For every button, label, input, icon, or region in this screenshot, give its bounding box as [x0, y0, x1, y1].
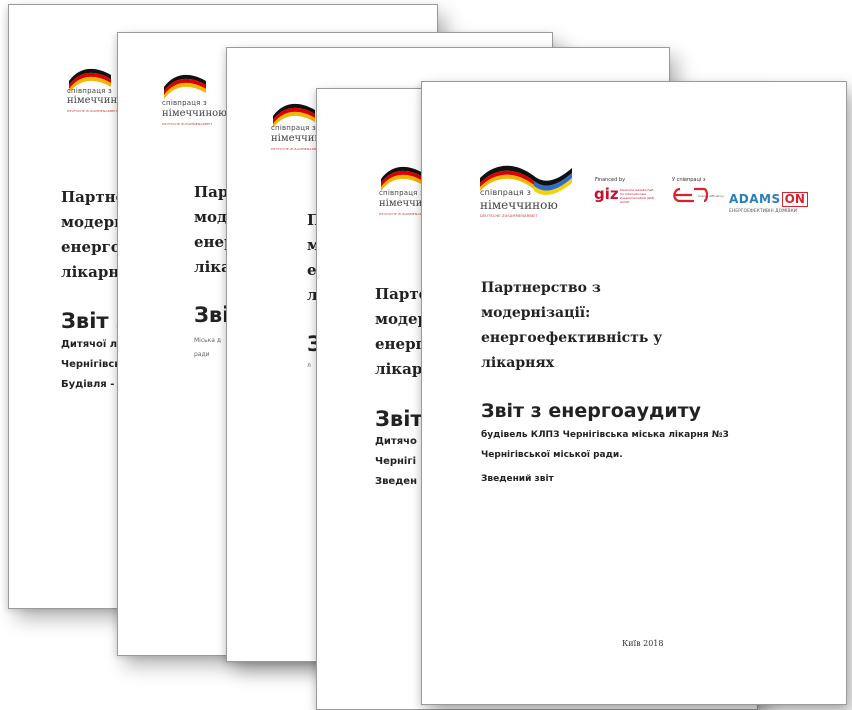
logo-line2: німеччиною	[480, 198, 558, 212]
in-cooperation-label: У співпраці з	[672, 177, 706, 183]
logo-line3: DEUTSCHE ZUSAMMENARBEIT	[480, 214, 538, 218]
report-footer-city-year: Київ 2018	[622, 639, 664, 648]
adamson-main: ADAMS	[729, 192, 781, 206]
logo-line1: співпраця з	[271, 124, 316, 132]
title-line: Партне	[61, 188, 126, 206]
title-line: модерн	[61, 213, 126, 231]
german-flag-wave-icon	[164, 74, 206, 99]
title-line: енерго	[61, 238, 121, 256]
title-line: Партнерство з	[481, 280, 601, 296]
subtitle-line: Будівля -	[61, 379, 115, 390]
title-line: лікарн	[61, 263, 120, 281]
subtitle-line: Зведен	[375, 476, 417, 487]
logo-line3: DEUTSCHE ZUSAMMENARBEIT	[271, 147, 322, 151]
logo-line1: співпраця з	[67, 87, 112, 95]
subtitle-line: л	[307, 362, 311, 369]
logo-line1: співпраця з	[162, 99, 207, 107]
subtitle-line: Зведений звіт	[481, 474, 554, 484]
report-front-page: співпраця з німеччиною DEUTSCHE ZUSAMMEN…	[421, 81, 847, 705]
eu-note: energy efficiency	[698, 194, 724, 198]
title-line: модернізації:	[481, 305, 591, 321]
subtitle-line: Чернігівсь	[61, 359, 121, 370]
subtitle-line: Чернігівської міської ради.	[481, 450, 623, 460]
report-heading: Звіт з енергоаудиту	[481, 400, 702, 422]
financed-by-label: Financed by	[595, 177, 626, 183]
title-line: енергоефективність у	[481, 330, 663, 346]
logo-line3: DEUTSCHE ZUSAMMENARBEIT	[162, 122, 213, 126]
logo-line1: співпраця з	[379, 189, 424, 197]
logo-line3: DEUTSCHE ZUSAMMENARBEIT	[67, 109, 118, 113]
adamson-logo: ADAMS ON ЕНЕРГОЕФЕКТИВНІ ДОМІВКИ	[729, 188, 808, 214]
subtitle-line: Дитячо	[375, 436, 417, 447]
title-line: енерг	[375, 335, 425, 353]
logo-line1: співпраця з	[480, 188, 532, 197]
giz-logo: giz	[594, 185, 619, 203]
giz-note: Deutsche Gesellschaft für Internationale…	[620, 188, 655, 204]
title-line: лікарнях	[481, 355, 555, 371]
report-heading: Звіт	[375, 407, 423, 431]
subtitle-line: Чернігі	[375, 456, 417, 467]
subtitle-line: будівель КЛПЗ Чернігівська міська лікарн…	[481, 430, 729, 440]
subtitle-line: ради	[194, 351, 210, 358]
subtitle-line: Дитячої л	[61, 339, 118, 350]
logo-line2: німеччиною	[162, 108, 227, 119]
subtitle-line: Міська д	[194, 337, 222, 344]
adamson-sub: ЕНЕРГОЕФЕКТИВНІ ДОМІВКИ	[729, 209, 798, 214]
adamson-on: ON	[781, 192, 808, 207]
